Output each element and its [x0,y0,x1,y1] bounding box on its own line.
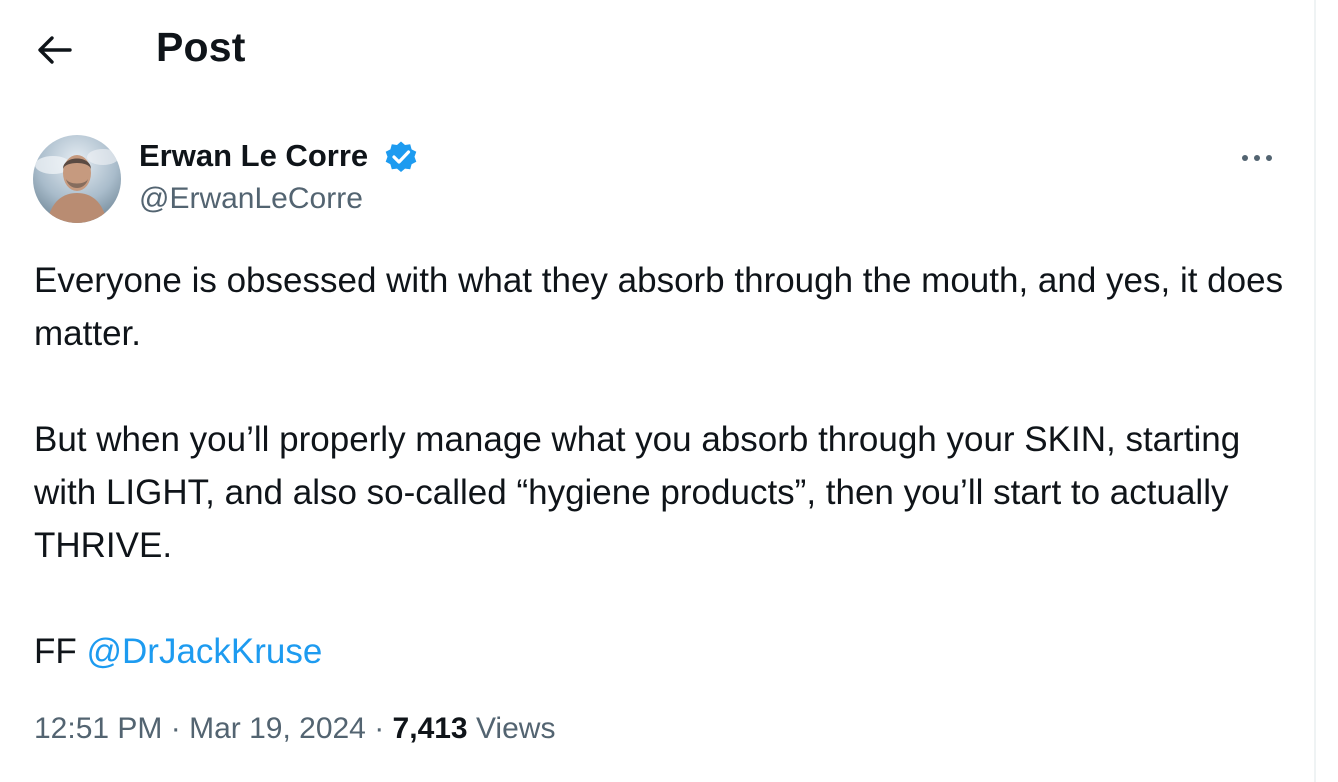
meta-separator: · [365,712,393,745]
post-page: Post Erwan Le Corre @ErwanLeCorre Everyo… [0,0,1338,782]
post-ff-line: FF @DrJackKruse [34,625,1294,678]
author-name[interactable]: Erwan Le Corre [139,138,368,174]
post-time[interactable]: 12:51 PM [34,712,162,745]
post-paragraph: But when you’ll properly manage what you… [34,420,1241,565]
back-button[interactable] [32,30,76,70]
more-options-button[interactable] [1236,142,1280,174]
post-date[interactable]: Mar 19, 2024 [189,712,366,745]
column-border [1314,0,1316,782]
author-row: Erwan Le Corre @ErwanLeCorre [0,130,1314,230]
page-title: Post [156,24,246,70]
mention-link[interactable]: @DrJackKruse [86,632,322,671]
views-label: Views [475,712,556,745]
views-count: 7,413 [392,712,468,745]
post-paragraph: Everyone is obsessed with what they abso… [34,261,1284,353]
author-handle[interactable]: @ErwanLeCorre [139,182,363,216]
arrow-left-icon [38,36,72,64]
more-horizontal-icon [1242,155,1272,161]
page-header: Post [0,0,1314,100]
meta-separator: · [162,712,190,745]
avatar[interactable] [33,135,121,223]
ff-prefix: FF [34,632,87,671]
post-meta: 12:51 PM · Mar 19, 2024 · 7,413 Views [34,712,555,746]
post-text: Everyone is obsessed with what they abso… [34,254,1294,678]
verified-badge-icon [385,141,417,172]
